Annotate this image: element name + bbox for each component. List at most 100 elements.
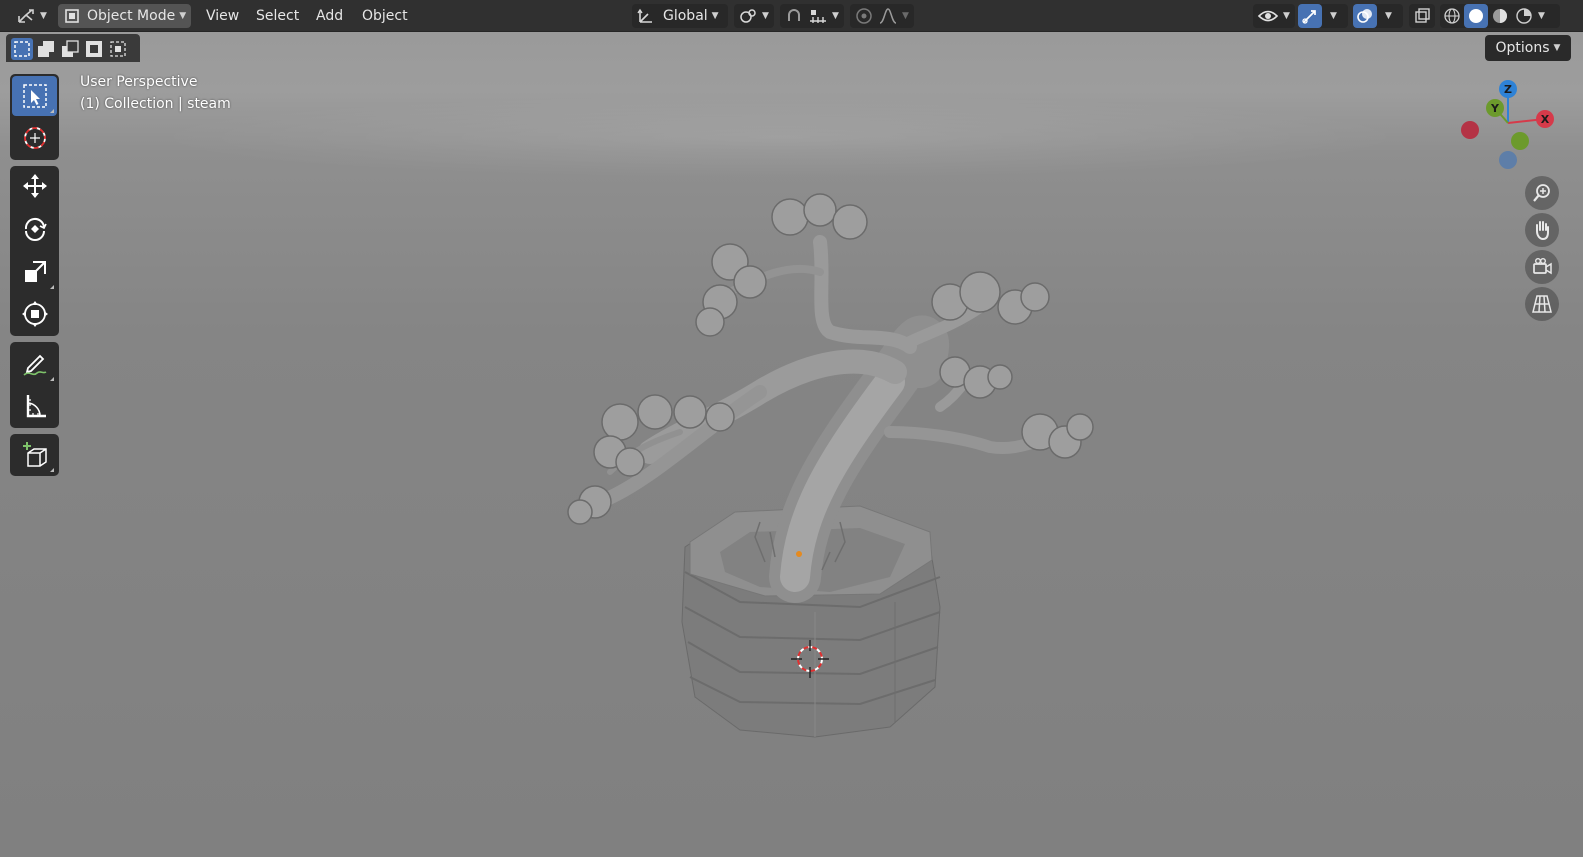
chevron-down-icon[interactable]: ▼ — [1538, 11, 1545, 21]
measure-icon — [21, 392, 49, 420]
scale-icon — [21, 258, 49, 286]
axis-editor-icon — [16, 7, 36, 25]
chevron-down-icon: ▼ — [1553, 43, 1561, 53]
add-cube-icon — [21, 441, 49, 469]
xray-toggle-button[interactable] — [1409, 4, 1435, 28]
pan-button[interactable] — [1525, 213, 1559, 247]
overlay-toggle-group: ▼ — [1353, 4, 1403, 28]
chevron-down-icon: ▼ — [762, 11, 769, 21]
select-extend-icon[interactable] — [35, 38, 57, 60]
object-mode-icon — [64, 8, 80, 24]
orientation-label: Global — [663, 8, 708, 24]
tool-group-annotate — [10, 342, 59, 428]
neg-x-axis-handle[interactable] — [1461, 121, 1479, 139]
mode-dropdown[interactable]: Object Mode ▼ — [58, 4, 191, 28]
view-name-label: User Perspective — [80, 74, 198, 90]
falloff-curve-icon[interactable] — [878, 7, 898, 25]
chevron-down-icon: ▼ — [902, 11, 909, 21]
mode-label: Object Mode — [87, 8, 176, 24]
tool-select-box[interactable] — [12, 76, 57, 116]
menu-view[interactable]: View — [201, 4, 244, 28]
annotate-icon — [21, 350, 49, 378]
bonsai-model[interactable] — [560, 182, 1120, 752]
tool-group-transform — [10, 166, 59, 336]
tool-measure[interactable] — [12, 386, 57, 426]
chevron-down-icon: ▼ — [179, 11, 187, 21]
tool-group-add — [10, 434, 59, 476]
pan-hand-icon — [1531, 219, 1553, 241]
tool-variant-indicator — [50, 377, 54, 381]
editor-type-button[interactable]: ▼ — [10, 4, 50, 28]
snap-group: ▼ — [780, 4, 844, 28]
select-subtract-icon[interactable] — [59, 38, 81, 60]
rendered-shading-icon[interactable] — [1512, 7, 1536, 25]
camera-view-icon — [1531, 256, 1553, 278]
menu-add[interactable]: Add — [311, 4, 348, 28]
snap-magnet-icon[interactable] — [784, 7, 804, 25]
tool-transform[interactable] — [12, 294, 57, 334]
chevron-down-icon: ▼ — [711, 11, 719, 21]
transform-icon — [21, 300, 49, 328]
object-origin-dot — [796, 551, 802, 557]
tool-scale[interactable] — [12, 252, 57, 292]
select-intersect-icon[interactable] — [107, 38, 129, 60]
zoom-icon — [1531, 182, 1553, 204]
options-label: Options — [1495, 40, 1550, 56]
rotate-icon — [21, 215, 49, 243]
wireframe-shading-icon[interactable] — [1440, 7, 1464, 25]
cursor-icon — [21, 124, 49, 152]
tool-move[interactable] — [12, 166, 57, 206]
chevron-down-icon: ▼ — [832, 11, 839, 21]
move-icon — [21, 172, 49, 200]
chevron-down-icon[interactable]: ▼ — [1330, 11, 1337, 21]
pivot-point-icon — [738, 7, 758, 25]
orientation-axes-icon — [637, 7, 655, 25]
ortho-grid-icon — [1531, 293, 1553, 315]
chevron-down-icon: ▼ — [40, 11, 47, 21]
zoom-button[interactable] — [1525, 176, 1559, 210]
tool-group-select — [10, 74, 59, 160]
solid-shading-icon[interactable] — [1464, 4, 1488, 28]
camera-view-button[interactable] — [1525, 250, 1559, 284]
proportional-edit-group: ▼ — [850, 4, 914, 28]
collection-info-label: (1) Collection | steam — [80, 96, 231, 112]
options-dropdown[interactable]: Options ▼ — [1485, 35, 1571, 61]
chevron-down-icon[interactable]: ▼ — [1385, 11, 1392, 21]
neg-y-axis-handle[interactable] — [1511, 132, 1529, 150]
select-new-icon[interactable] — [11, 38, 33, 60]
menu-object[interactable]: Object — [357, 4, 413, 28]
3d-viewport[interactable]: User Perspective (1) Collection | steam — [0, 32, 1583, 857]
select-box-icon — [21, 82, 49, 110]
tool-settings-bar: Options ▼ — [0, 32, 1583, 65]
tool-variant-indicator — [50, 109, 54, 113]
snap-increment-icon[interactable] — [808, 7, 828, 25]
navigation-gizmo[interactable]: X Y Z — [1455, 76, 1565, 186]
gizmo-toggle-group: ▼ — [1298, 4, 1348, 28]
visibility-eye-icon — [1257, 7, 1279, 25]
tool-variant-indicator — [50, 285, 54, 289]
pivot-point-dropdown[interactable]: ▼ — [734, 4, 774, 28]
menu-select[interactable]: Select — [251, 4, 304, 28]
gizmo-toggle-icon[interactable] — [1298, 4, 1322, 28]
xray-toggle-icon — [1413, 7, 1431, 25]
transform-orientation-dropdown[interactable]: Global ▼ — [632, 4, 728, 28]
visibility-dropdown[interactable]: ▼ — [1253, 4, 1295, 28]
tool-rotate[interactable] — [12, 209, 57, 249]
select-invert-icon[interactable] — [83, 38, 105, 60]
select-mode-group — [6, 34, 140, 62]
tool-variant-indicator — [50, 468, 54, 472]
tool-add-cube[interactable] — [12, 435, 57, 475]
proportional-edit-icon[interactable] — [854, 7, 874, 25]
neg-z-axis-handle[interactable] — [1499, 151, 1517, 169]
shading-mode-group: ▼ — [1440, 4, 1560, 28]
overlay-toggle-icon[interactable] — [1353, 4, 1377, 28]
ortho-toggle-button[interactable] — [1525, 287, 1559, 321]
y-axis-label: Y — [1490, 102, 1500, 115]
viewport-header: ▼ Object Mode ▼ View Select Add Object G… — [0, 0, 1583, 32]
z-axis-label: Z — [1504, 83, 1512, 96]
tool-annotate[interactable] — [12, 344, 57, 384]
material-preview-icon[interactable] — [1488, 7, 1512, 25]
x-axis-label: X — [1541, 113, 1550, 126]
tool-cursor[interactable] — [12, 118, 57, 158]
chevron-down-icon: ▼ — [1283, 11, 1290, 21]
